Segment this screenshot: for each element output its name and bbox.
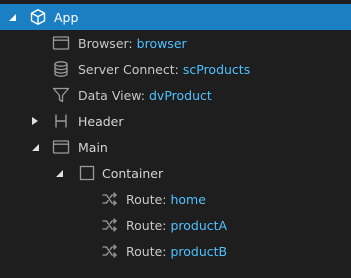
shuffle-route-icon [101, 190, 119, 208]
tree-item-container[interactable]: Container [0, 160, 351, 186]
filter-icon [52, 86, 70, 104]
collapse-arrow-icon[interactable] [29, 141, 41, 153]
component-type: Data View: [78, 87, 146, 103]
tree-item-route-home[interactable]: Route: home [0, 186, 351, 212]
header-h-icon [52, 112, 70, 130]
collapse-arrow-icon[interactable] [6, 11, 18, 23]
tree-item-browser[interactable]: Browser: browser [0, 30, 351, 56]
component-id: dvProduct [149, 87, 212, 103]
tree-item-server-connect[interactable]: Server Connect: scProducts [0, 56, 351, 82]
component-type: Server Connect: [78, 61, 179, 77]
expand-arrow-icon[interactable] [29, 115, 41, 127]
component-id: home [170, 191, 206, 207]
component-type: Route: [126, 191, 167, 207]
shuffle-route-icon [101, 216, 119, 234]
tree-item-route-productb[interactable]: Route: productB [0, 238, 351, 264]
tree-item-label: App [54, 9, 79, 25]
tree-item-header[interactable]: Header [0, 108, 351, 134]
tree-item-label: Header [78, 113, 124, 129]
collapse-arrow-icon[interactable] [53, 167, 65, 179]
component-id: productB [170, 243, 228, 259]
tree-item-label: Route: home [126, 192, 206, 207]
tree-item-label: Main [78, 139, 108, 155]
tree-item-label: Route: productA [126, 218, 227, 233]
component-id: browser [136, 35, 187, 51]
component-type: Browser: [78, 35, 133, 51]
app-structure-tree: App Browser: browser Server Connect: scP… [0, 0, 351, 278]
component-id: scProducts [182, 61, 251, 77]
database-icon [52, 60, 70, 78]
tree-item-route-producta[interactable]: Route: productA [0, 212, 351, 238]
section-icon [52, 138, 70, 156]
component-id: productA [170, 217, 228, 233]
tree-item-label: Server Connect: scProducts [78, 62, 250, 77]
tree-item-label: Container [102, 165, 164, 181]
shuffle-route-icon [101, 242, 119, 260]
tree-item-label: Browser: browser [78, 36, 187, 51]
browser-window-icon [52, 34, 70, 52]
component-type: Route: [126, 243, 167, 259]
cube-icon [29, 8, 47, 26]
tree-item-data-view[interactable]: Data View: dvProduct [0, 82, 351, 108]
container-square-icon [78, 164, 96, 182]
tree-item-main[interactable]: Main [0, 134, 351, 160]
tree-item-label: Data View: dvProduct [78, 88, 212, 103]
component-type: Route: [126, 217, 167, 233]
tree-item-label: Route: productB [126, 244, 227, 259]
tree-item-app[interactable]: App [0, 4, 351, 30]
